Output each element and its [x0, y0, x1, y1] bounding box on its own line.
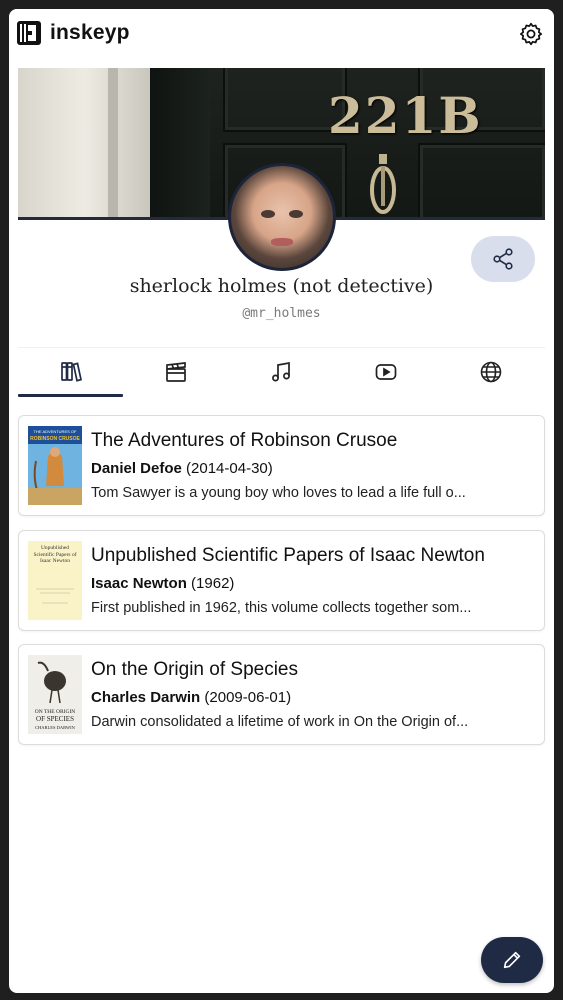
- door-number: 221B: [328, 86, 483, 145]
- share-icon: [493, 248, 513, 270]
- book-title: Unpublished Scientific Papers of Isaac N…: [91, 545, 485, 566]
- book-description: First published in 1962, this volume col…: [91, 600, 472, 616]
- book-author-name: Isaac Newton: [91, 575, 187, 592]
- book-author-name: Charles Darwin: [91, 689, 201, 706]
- avatar-mouth: [271, 238, 293, 246]
- book-date: (1962): [191, 575, 235, 592]
- profile-name: sherlock holmes (not detective): [129, 275, 434, 297]
- svg-text:THE ADVENTURES OF: THE ADVENTURES OF: [34, 429, 77, 434]
- banner-wall-strip: [108, 68, 118, 217]
- banner-wall: [18, 68, 150, 217]
- tab-movies[interactable]: [123, 348, 228, 396]
- book-cover-image: ON THE ORIGIN OF SPECIES CHARLES DARWIN: [28, 655, 82, 734]
- music-note-icon: [272, 361, 290, 382]
- book-card[interactable]: THE ADVENTURES OF ROBINSON CRUSOE The Ad…: [18, 415, 545, 516]
- tab-music[interactable]: [228, 348, 333, 396]
- book-title: The Adventures of Robinson Crusoe: [91, 430, 398, 451]
- book-card[interactable]: ON THE ORIGIN OF SPECIES CHARLES DARWIN …: [18, 644, 545, 745]
- book-description: Tom Sawyer is a young boy who loves to l…: [91, 485, 466, 501]
- tab-web[interactable]: [438, 348, 543, 396]
- book-author: Daniel Defoe (2014-04-30): [91, 460, 536, 477]
- svg-text:CHARLES DARWIN: CHARLES DARWIN: [35, 725, 76, 730]
- globe-icon: [480, 361, 502, 383]
- settings-icon[interactable]: [518, 21, 544, 47]
- book-cover-image: THE ADVENTURES OF ROBINSON CRUSOE: [28, 426, 82, 505]
- category-tabs: [18, 347, 545, 398]
- book-author-name: Daniel Defoe: [91, 460, 182, 477]
- pencil-icon: [503, 951, 521, 969]
- app-logo-icon: [17, 21, 41, 45]
- tab-books[interactable]: [18, 348, 123, 397]
- banner-door-frame: [150, 68, 210, 217]
- book-date: (2014-04-30): [186, 460, 273, 477]
- youtube-icon: [375, 364, 397, 380]
- tab-youtube[interactable]: [333, 348, 438, 396]
- books-icon: [61, 362, 83, 382]
- app-frame: inskeyp 221B sherlock holmes (not detect…: [9, 9, 554, 993]
- svg-text:OF SPECIES: OF SPECIES: [36, 715, 74, 723]
- book-title: On the Origin of Species: [91, 659, 298, 680]
- app-title: inskeyp: [50, 21, 130, 44]
- book-date: (2009-06-01): [204, 689, 292, 706]
- app-bar: inskeyp: [9, 9, 554, 59]
- book-author: Charles Darwin (2009-06-01): [91, 689, 536, 706]
- book-card[interactable]: Unpublished Scientific Papers of Isaac N…: [18, 530, 545, 631]
- svg-text:ROBINSON CRUSOE: ROBINSON CRUSOE: [30, 436, 80, 442]
- avatar-eye: [261, 210, 275, 218]
- book-cover-image: Unpublished Scientific Papers of Isaac N…: [28, 541, 82, 620]
- book-description: Darwin consolidated a lifetime of work i…: [91, 714, 469, 730]
- avatar-eye: [289, 210, 303, 218]
- edit-button[interactable]: [481, 937, 543, 983]
- book-author: Isaac Newton (1962): [91, 575, 536, 592]
- avatar: [228, 163, 336, 271]
- door-panel: [418, 143, 545, 217]
- profile-handle: @mr_holmes: [242, 306, 321, 321]
- clapperboard-icon: [166, 362, 186, 382]
- door-knocker-icon: [370, 154, 396, 214]
